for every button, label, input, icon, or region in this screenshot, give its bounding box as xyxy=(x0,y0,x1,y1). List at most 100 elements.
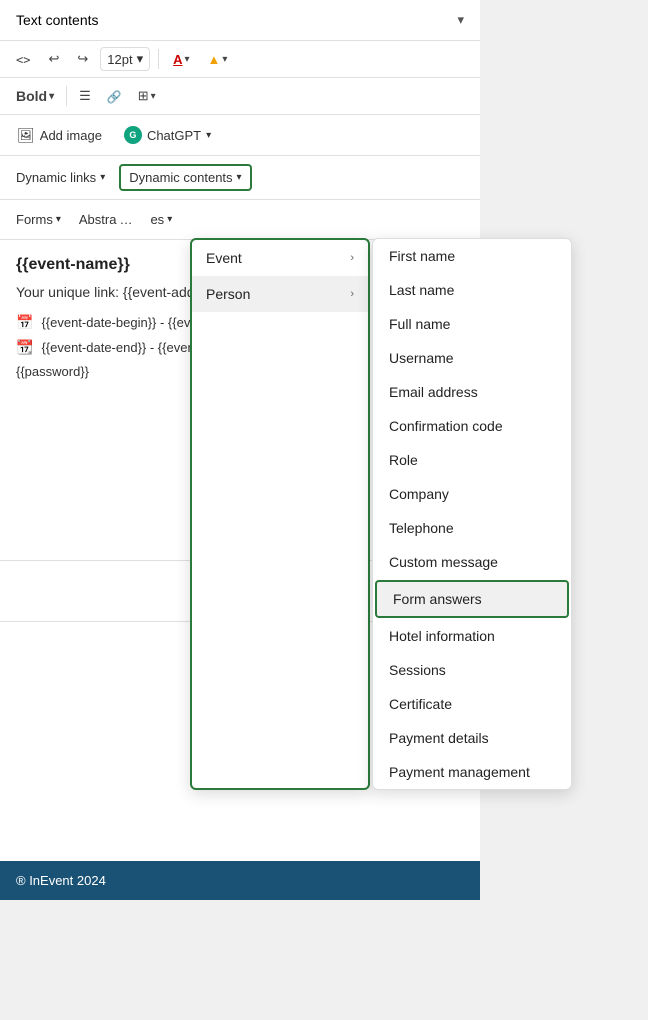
table-chevron: ▾ xyxy=(151,91,156,102)
telephone-item[interactable]: Telephone xyxy=(373,511,571,545)
confirmation-code-item[interactable]: Confirmation code xyxy=(373,409,571,443)
form-answers-label: Form answers xyxy=(393,591,482,607)
color-chevron: ▾ xyxy=(185,54,190,65)
payment-details-label: Payment details xyxy=(389,730,489,746)
add-image-button[interactable]: Add image xyxy=(12,124,107,147)
bold-button[interactable]: Bold ▾ xyxy=(10,84,60,108)
company-item[interactable]: Company xyxy=(373,477,571,511)
forms-row: Forms ▾ Abstra … es ▾ xyxy=(0,200,480,240)
font-size-chevron: ▾ xyxy=(137,51,144,67)
highlight-icon xyxy=(208,52,221,67)
custom-message-item[interactable]: Custom message xyxy=(373,545,571,579)
undo-button[interactable] xyxy=(42,47,65,71)
first-name-item[interactable]: First name xyxy=(373,239,571,273)
telephone-label: Telephone xyxy=(389,520,454,536)
highlight-chevron: ▾ xyxy=(222,54,227,65)
forms-label: Forms xyxy=(16,212,53,227)
dropdown-event-item[interactable]: Event › xyxy=(192,240,368,276)
person-item-label: Person xyxy=(206,286,250,302)
image-row: Add image G ChatGPT ▾ xyxy=(0,115,480,156)
text-color-button[interactable]: A ▾ xyxy=(167,48,195,71)
list-icon xyxy=(79,88,91,104)
calendar-begin-icon: 📅 xyxy=(16,314,33,331)
header-title: Text contents xyxy=(16,12,99,28)
first-name-label: First name xyxy=(389,248,455,264)
email-address-label: Email address xyxy=(389,384,478,400)
company-label: Company xyxy=(389,486,449,502)
dynamic-contents-chevron: ▾ xyxy=(237,172,242,183)
payment-management-item[interactable]: Payment management xyxy=(373,755,571,789)
username-label: Username xyxy=(389,350,454,366)
certificate-item[interactable]: Certificate xyxy=(373,687,571,721)
redo-icon xyxy=(77,51,88,67)
event-chevron-right-icon: › xyxy=(350,252,354,264)
payment-management-label: Payment management xyxy=(389,764,530,780)
abstract-ellipsis: … xyxy=(119,212,132,227)
font-size-value: 12pt xyxy=(107,52,132,67)
custom-message-label: Custom message xyxy=(389,554,498,570)
calendar-end-icon: 📆 xyxy=(16,339,33,356)
role-label: Role xyxy=(389,452,418,468)
bold-label: Bold xyxy=(16,88,47,104)
sessions-item[interactable]: Sessions xyxy=(373,653,571,687)
dynamic-links-button[interactable]: Dynamic links ▾ xyxy=(10,166,111,189)
copyright-text: ® InEvent 2024 xyxy=(16,873,106,888)
dropdown-person-item[interactable]: Person › xyxy=(192,276,368,312)
payment-details-item[interactable]: Payment details xyxy=(373,721,571,755)
dynamic-links-chevron: ▾ xyxy=(100,172,105,183)
chatgpt-chevron: ▾ xyxy=(206,130,211,141)
other-button[interactable]: es ▾ xyxy=(144,208,178,231)
dropdown-overlay: Event › Person › First name Last name Fu… xyxy=(190,238,572,790)
abstract-label: Abstra xyxy=(79,212,117,227)
abstract-button[interactable]: Abstra … xyxy=(73,208,139,231)
forms-chevron: ▾ xyxy=(56,214,61,225)
chatgpt-button[interactable]: G ChatGPT ▾ xyxy=(119,123,216,147)
footer-bar: ® InEvent 2024 xyxy=(0,861,480,900)
redo-button[interactable] xyxy=(71,47,94,71)
role-item[interactable]: Role xyxy=(373,443,571,477)
link-button[interactable] xyxy=(101,85,128,108)
chatgpt-icon: G xyxy=(124,126,142,144)
event-item-label: Event xyxy=(206,250,242,266)
full-name-item[interactable]: Full name xyxy=(373,307,571,341)
dynamic-links-label: Dynamic links xyxy=(16,170,96,185)
list-button[interactable] xyxy=(73,84,97,108)
underline-a-icon: A xyxy=(173,52,182,67)
bold-chevron: ▾ xyxy=(49,91,54,102)
dynamic-row: Dynamic links ▾ Dynamic contents ▾ xyxy=(0,156,480,200)
dynamic-contents-label: Dynamic contents xyxy=(129,170,232,185)
chevron-down-icon: ▾ xyxy=(457,12,464,28)
toolbar-row-1: 12pt ▾ A ▾ ▾ xyxy=(0,41,480,78)
dynamic-contents-button[interactable]: Dynamic contents ▾ xyxy=(119,164,251,191)
add-image-label: Add image xyxy=(40,128,102,143)
person-fields-dropdown: First name Last name Full name Username … xyxy=(372,238,572,790)
font-size-select[interactable]: 12pt ▾ xyxy=(100,47,150,71)
separator-2 xyxy=(66,86,67,106)
separator-1 xyxy=(158,49,159,69)
link-icon xyxy=(107,89,122,104)
dynamic-contents-dropdown: Event › Person › xyxy=(190,238,370,790)
sessions-label: Sessions xyxy=(389,662,446,678)
form-answers-item[interactable]: Form answers xyxy=(375,580,569,618)
last-name-label: Last name xyxy=(389,282,454,298)
table-icon xyxy=(138,88,149,104)
undo-icon xyxy=(48,51,59,67)
hotel-information-label: Hotel information xyxy=(389,628,495,644)
confirmation-code-label: Confirmation code xyxy=(389,418,503,434)
chatgpt-label: ChatGPT xyxy=(147,128,201,143)
username-item[interactable]: Username xyxy=(373,341,571,375)
other-chevron: ▾ xyxy=(167,214,172,225)
table-button[interactable]: ▾ xyxy=(132,84,162,108)
header-bar: Text contents ▾ xyxy=(0,0,480,41)
full-name-label: Full name xyxy=(389,316,450,332)
image-icon xyxy=(17,127,35,144)
code-button[interactable] xyxy=(10,48,36,71)
last-name-item[interactable]: Last name xyxy=(373,273,571,307)
forms-button[interactable]: Forms ▾ xyxy=(10,208,67,231)
code-icon xyxy=(16,52,30,67)
person-chevron-right-icon: › xyxy=(350,288,354,300)
format-row: Bold ▾ ▾ xyxy=(0,78,480,115)
hotel-information-item[interactable]: Hotel information xyxy=(373,619,571,653)
email-address-item[interactable]: Email address xyxy=(373,375,571,409)
highlight-button[interactable]: ▾ xyxy=(202,48,234,71)
